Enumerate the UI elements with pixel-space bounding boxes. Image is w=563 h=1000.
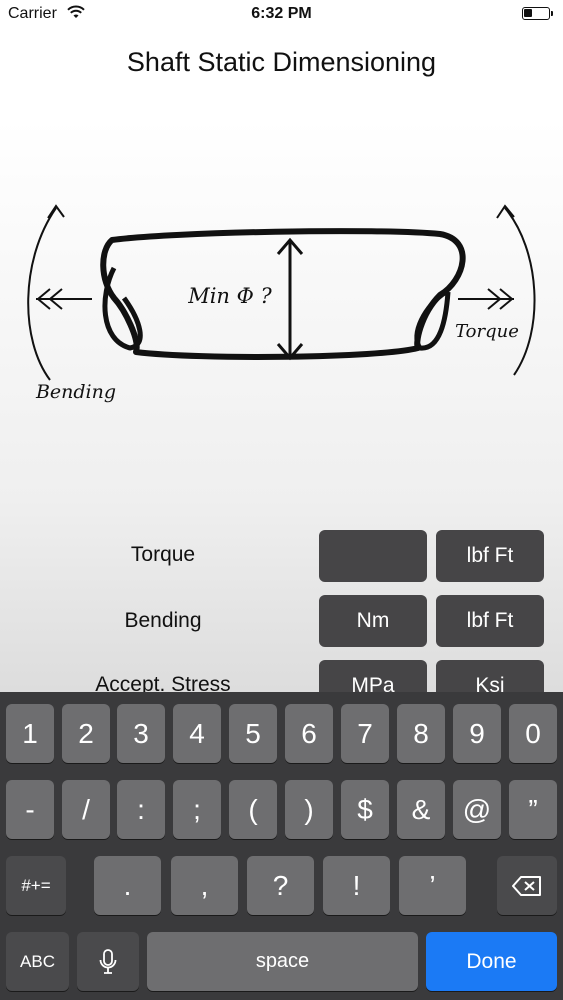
key-semicolon[interactable]: ; (173, 780, 221, 839)
key-5[interactable]: 5 (229, 704, 277, 763)
key-0[interactable]: 0 (509, 704, 557, 763)
key-quote[interactable]: ” (509, 780, 557, 839)
key-3[interactable]: 3 (117, 704, 165, 763)
key-comma[interactable]: , (171, 856, 238, 915)
key-4[interactable]: 4 (173, 704, 221, 763)
backspace-icon (512, 875, 541, 896)
key-period[interactable]: . (94, 856, 161, 915)
key-close-paren[interactable]: ) (285, 780, 333, 839)
torque-diagram-label: Torque (455, 321, 519, 342)
bending-unit-lbfft-button[interactable]: lbf Ft (436, 595, 544, 647)
left-double-arrow (36, 288, 92, 310)
bending-diagram-label: Bending (35, 381, 116, 403)
key-at[interactable]: @ (453, 780, 501, 839)
torque-unit-lbfft-button[interactable]: lbf Ft (436, 530, 544, 582)
key-dollar[interactable]: $ (341, 780, 389, 839)
page-title: Shaft Static Dimensioning (126, 47, 437, 77)
shaft-right-loop (414, 289, 451, 351)
diameter-arrow (276, 237, 304, 361)
space-key[interactable]: space (147, 932, 418, 991)
done-button[interactable]: Done (426, 932, 557, 991)
bending-arrowhead-left (47, 204, 65, 219)
backspace-button[interactable] (497, 856, 557, 915)
key-2[interactable]: 2 (62, 704, 110, 763)
bending-unit-nm-button[interactable]: Nm (319, 595, 427, 647)
key-abc-mode[interactable]: ABC (6, 932, 69, 991)
microphone-icon (99, 948, 117, 974)
shaft-diagram: Min Φ ? Torque Bending (27, 204, 536, 403)
key-exclamation[interactable]: ! (323, 856, 390, 915)
bending-arc-left (27, 207, 57, 381)
min-diameter-label: Min Φ ? (187, 284, 272, 308)
key-7[interactable]: 7 (341, 704, 389, 763)
key-9[interactable]: 9 (453, 704, 501, 763)
bending-label: Bending (124, 609, 202, 632)
battery-icon (522, 7, 553, 20)
key-open-paren[interactable]: ( (229, 780, 277, 839)
key-8[interactable]: 8 (397, 704, 445, 763)
key-symbols-mode[interactable]: #+= (6, 856, 66, 915)
bending-arc-right (504, 207, 536, 376)
torque-unit-left-button[interactable] (319, 530, 427, 582)
dictation-button[interactable] (77, 932, 139, 991)
status-bar: Carrier 6:32 PM (0, 0, 563, 30)
key-apostrophe[interactable]: ’ (399, 856, 466, 915)
key-6[interactable]: 6 (285, 704, 333, 763)
key-minus[interactable]: - (6, 780, 54, 839)
status-time: 6:32 PM (251, 5, 312, 22)
torque-label: Torque (130, 543, 196, 566)
right-double-arrow (458, 288, 514, 310)
numeric-keyboard: 1 2 3 4 5 6 7 8 9 0 - / : ; ( ) $ & @ ” … (0, 692, 563, 1000)
key-ampersand[interactable]: & (397, 780, 445, 839)
key-colon[interactable]: : (117, 780, 165, 839)
key-slash[interactable]: / (62, 780, 110, 839)
key-question[interactable]: ? (247, 856, 314, 915)
key-1[interactable]: 1 (6, 704, 54, 763)
